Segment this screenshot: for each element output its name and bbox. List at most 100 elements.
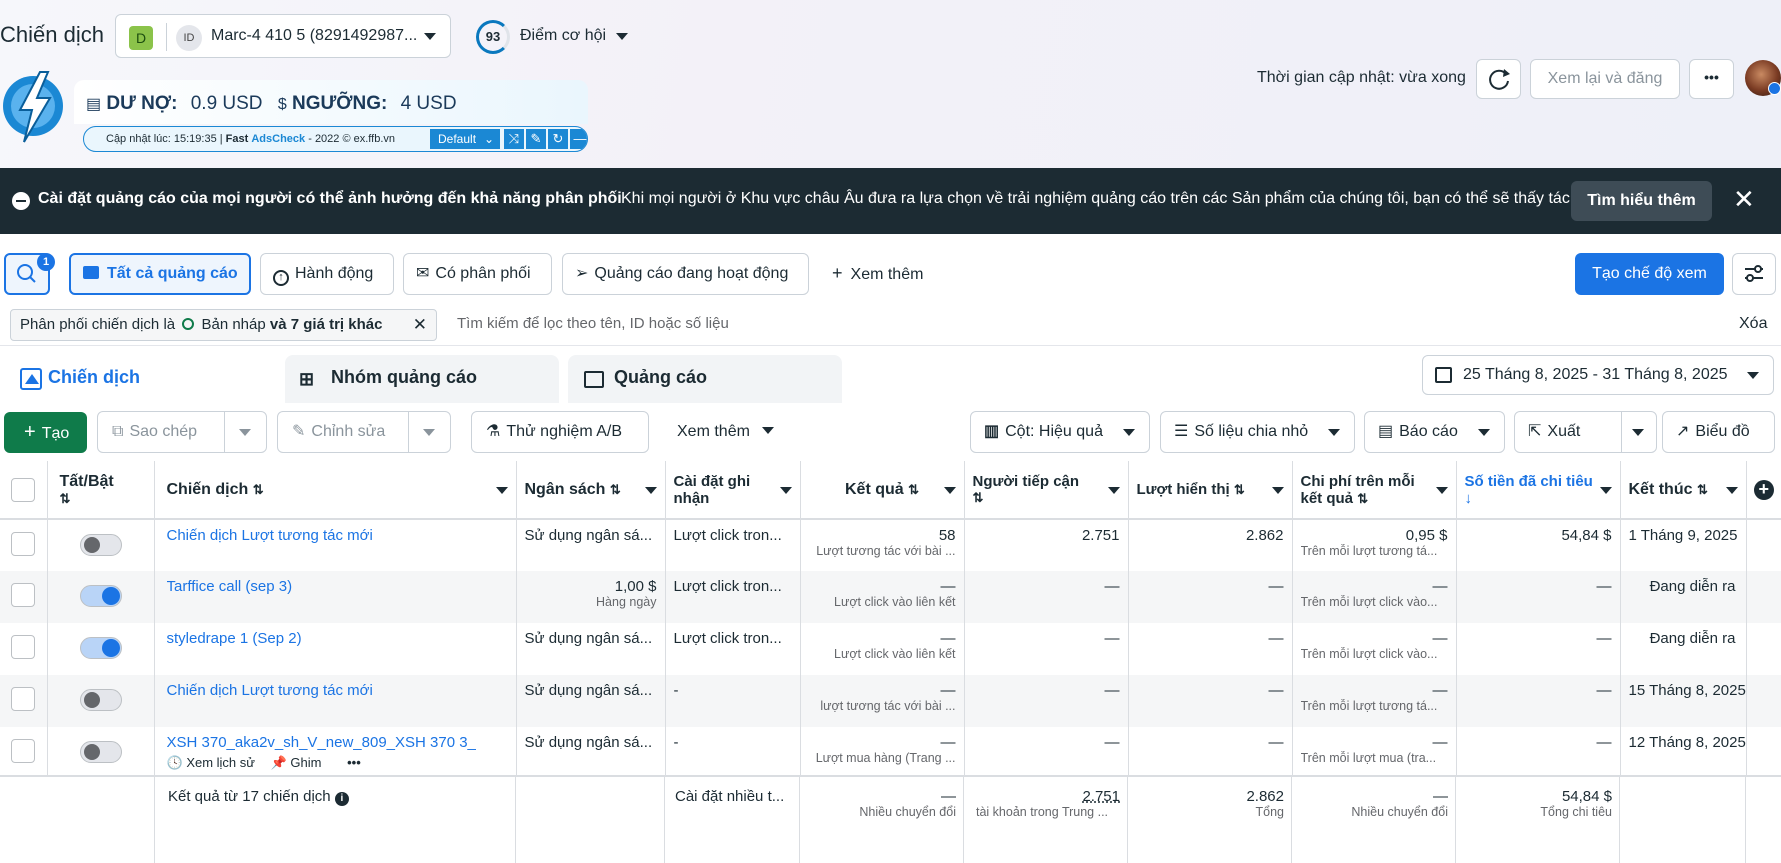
- summary-results-value: —: [941, 788, 956, 805]
- copy-button[interactable]: ⧉ Sao chép: [97, 411, 267, 453]
- fast-footer: - 2022 © ex.ffb.vn: [308, 133, 396, 145]
- ab-test-button[interactable]: ⚗ Thử nghiệm A/B: [471, 411, 649, 453]
- fast-mode-select[interactable]: Default ⌄: [430, 129, 500, 149]
- breakdown-button[interactable]: ☰ Số liệu chia nhỏ: [1160, 411, 1355, 453]
- export-button[interactable]: ⇱ Xuất: [1514, 411, 1657, 453]
- table-row[interactable]: XSH 370_aka2v_sh_V_new_809_XSH 370 3_ 🕓 …: [0, 727, 1781, 779]
- campaign-name-link[interactable]: Chiến dịch Lượt tương tác mới: [167, 682, 508, 699]
- clear-filters-link[interactable]: Xóa: [1739, 315, 1767, 333]
- row-results-cell: 58 Lượt tương tác với bài ...: [800, 519, 965, 571]
- end-header[interactable]: Kết thúc ⇅: [1620, 461, 1747, 520]
- attribution-header[interactable]: Cài đặt ghi nhận: [665, 461, 801, 520]
- row-select-cell: [0, 571, 48, 623]
- campaign-name-link[interactable]: styledrape 1 (Sep 2): [167, 630, 508, 647]
- chevron-down-icon[interactable]: [943, 487, 956, 494]
- add-column-header[interactable]: +: [1746, 461, 1781, 520]
- create-view-button[interactable]: Tạo chế độ xem: [1575, 253, 1724, 295]
- columns-button[interactable]: ▥ Cột: Hiệu quả: [970, 411, 1150, 453]
- select-all-checkbox[interactable]: [11, 477, 36, 502]
- campaign-toggle[interactable]: [79, 585, 122, 607]
- chevron-down-icon[interactable]: [1725, 487, 1738, 494]
- chevron-down-icon[interactable]: [644, 487, 657, 494]
- see-more-actions[interactable]: Xem thêm: [677, 423, 775, 441]
- view-history-link[interactable]: Xem lịch sử: [186, 755, 255, 770]
- chevron-down-icon[interactable]: [1632, 429, 1644, 436]
- refresh-icon[interactable]: ↻: [548, 129, 568, 149]
- line-chart-icon: ↗: [1676, 423, 1690, 440]
- info-icon[interactable]: i: [334, 792, 349, 806]
- attribution-value: Lượt click tron...: [673, 578, 782, 595]
- edit-icon[interactable]: ✎: [526, 129, 546, 149]
- has-delivery-pill[interactable]: ✉ Có phân phối: [403, 253, 552, 295]
- campaign-name-link[interactable]: Chiến dịch Lượt tương tác mới: [167, 527, 508, 544]
- campaign-header[interactable]: Chiến dịch ⇅: [154, 461, 517, 520]
- row-checkbox[interactable]: [11, 635, 36, 659]
- row-checkbox[interactable]: [11, 532, 36, 556]
- table-row[interactable]: Chiến dịch Lượt tương tác mới 🕓 Xem lịch…: [0, 675, 1781, 727]
- chevron-down-icon[interactable]: [1435, 487, 1448, 494]
- table-row[interactable]: styledrape 1 (Sep 2) 🕓 Xem lịch sử 📌 Ghi…: [0, 623, 1781, 675]
- table-row[interactable]: Tarffice call (sep 3) 🕓 Xem lịch sử 📌 Gh…: [0, 571, 1781, 623]
- account-selector[interactable]: D ID Marc-4 410 5 (8291492987...: [115, 14, 451, 58]
- tab-campaigns[interactable]: Chiến dịch: [2, 355, 276, 403]
- refresh-button[interactable]: [1476, 59, 1521, 99]
- results-header[interactable]: Kết quả ⇅: [800, 461, 965, 520]
- chevron-down-icon[interactable]: [1107, 487, 1120, 494]
- charts-button[interactable]: ↗ Biểu đồ: [1662, 411, 1775, 453]
- create-button[interactable]: + Tạo: [4, 412, 87, 453]
- active-ads-pill[interactable]: ➢ Quảng cáo đang hoạt động: [562, 253, 809, 295]
- spent-header[interactable]: Số tiền đã chi tiêu ↓: [1456, 461, 1621, 520]
- close-icon[interactable]: ✕: [1733, 184, 1755, 215]
- more-icon[interactable]: •••: [347, 755, 361, 770]
- edit-button[interactable]: ✎ Chỉnh sửa: [277, 411, 451, 453]
- budget-header[interactable]: Ngân sách ⇅: [516, 461, 666, 520]
- campaign-toggle[interactable]: [79, 689, 122, 711]
- actions-pill[interactable]: ↑ Hành động: [260, 253, 394, 295]
- chevron-down-icon[interactable]: [495, 487, 508, 494]
- reports-button[interactable]: ▤ Báo cáo: [1364, 411, 1505, 453]
- chevron-down-icon[interactable]: [423, 429, 435, 436]
- attribution-value: -: [673, 734, 679, 751]
- campaign-toggle[interactable]: [79, 741, 122, 763]
- end-value: Đang diễn ra: [1649, 578, 1736, 595]
- breakdown-label: Số liệu chia nhỏ: [1194, 423, 1309, 440]
- pin-link[interactable]: Ghim: [290, 755, 321, 770]
- chevron-down-icon[interactable]: [1271, 487, 1284, 494]
- reach-header[interactable]: Người tiếp cận ⇅: [964, 461, 1129, 520]
- filter-search-input[interactable]: Tìm kiếm để lọc theo tên, ID hoặc số liệ…: [457, 315, 729, 332]
- settings-sliders-button[interactable]: [1732, 253, 1776, 295]
- all-ads-pill[interactable]: Tất cả quảng cáo: [69, 253, 251, 295]
- fast-adscheck-panel: ▤ DƯ NỢ: 0.9 USD $ NGƯỠNG: 4 USD: [74, 80, 588, 124]
- tab-ads[interactable]: Quảng cáo: [568, 355, 842, 403]
- more-options-button[interactable]: •••: [1689, 59, 1734, 99]
- chevron-down-icon[interactable]: [1599, 487, 1612, 494]
- chevron-down-icon[interactable]: [239, 429, 251, 436]
- campaign-name-link[interactable]: Tarffice call (sep 3): [167, 578, 508, 595]
- impressions-header[interactable]: Lượt hiển thị ⇅: [1128, 461, 1293, 520]
- chevron-down-icon: [1328, 429, 1340, 436]
- campaign-toggle[interactable]: [79, 534, 122, 556]
- see-more-filters[interactable]: + Xem thêm: [832, 263, 923, 284]
- campaign-name-link[interactable]: XSH 370_aka2v_sh_V_new_809_XSH 370 3_: [167, 734, 508, 751]
- minimize-icon[interactable]: —: [570, 129, 587, 149]
- campaign-toggle[interactable]: [79, 637, 122, 659]
- learn-more-button[interactable]: Tìm hiểu thêm: [1571, 181, 1712, 221]
- cost-header[interactable]: Chi phí trên mỗi kết quả ⇅: [1292, 461, 1457, 520]
- row-checkbox[interactable]: [11, 583, 36, 607]
- date-range-picker[interactable]: 25 Tháng 8, 2025 - 31 Tháng 8, 2025: [1422, 355, 1774, 395]
- row-checkbox[interactable]: [11, 739, 36, 763]
- attribution-value: Lượt click tron...: [673, 630, 782, 647]
- review-publish-button[interactable]: Xem lại và đăng: [1530, 59, 1680, 99]
- fast-brand-b: AdsCheck: [251, 133, 306, 145]
- filter-chip[interactable]: Phân phối chiến dịch là Bản nháp và 7 gi…: [10, 309, 437, 341]
- row-cost-cell: — Trên mỗi lượt tương tá...: [1292, 675, 1457, 727]
- tab-ad-sets[interactable]: ⊞ Nhóm quảng cáo: [285, 355, 559, 403]
- close-icon[interactable]: ✕: [413, 310, 427, 340]
- row-toggle-cell: [47, 519, 155, 571]
- row-checkbox[interactable]: [11, 687, 36, 711]
- add-column-icon[interactable]: +: [1753, 479, 1774, 500]
- table-row[interactable]: Chiến dịch Lượt tương tác mới 🕓 Xem lịch…: [0, 519, 1781, 571]
- chevron-down-icon[interactable]: [779, 487, 792, 494]
- toggle-header[interactable]: Tất/Bật ⇅: [47, 461, 155, 520]
- shuffle-icon[interactable]: ⤨: [504, 129, 524, 149]
